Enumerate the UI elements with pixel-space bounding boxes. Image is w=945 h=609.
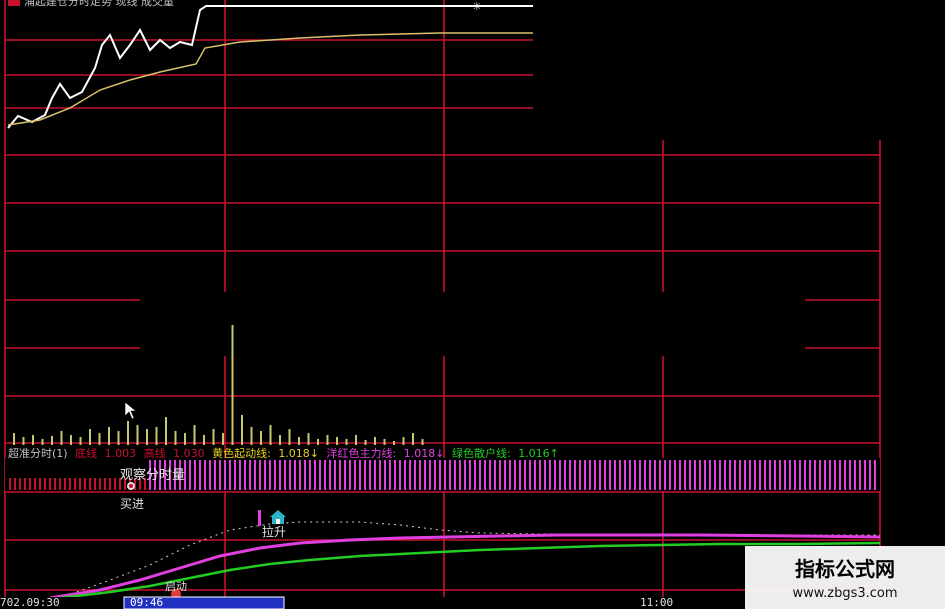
watermark-title: 指标公式网	[795, 557, 895, 581]
left-time-stamp: 702.09:30	[0, 596, 60, 609]
mask-area	[140, 292, 805, 356]
red2-value: 1.030	[173, 447, 205, 460]
watermark-url: www.zbgs3.com	[792, 586, 898, 601]
price-panel	[5, 0, 533, 135]
cursor-time: 09:46	[130, 596, 164, 609]
indicator-legend: 超准分时(1) 底线 1.003 高线 1.030 黄色起动线: 1.018↓ …	[8, 445, 563, 461]
green-value: 1.016↑	[518, 447, 559, 460]
lift-label: 拉升	[262, 525, 287, 539]
yellow-value: 1.018↓	[278, 447, 320, 460]
indicator-name: 超准分时(1)	[8, 447, 68, 460]
buy-label: 买进	[120, 497, 145, 511]
top-marker-icon: ☼	[472, 0, 482, 13]
red-value: 1.003	[104, 447, 137, 460]
intraday-chart: 涌起建仓分时走势 现线 成交量 ☼	[0, 0, 945, 609]
watermark: 指标公式网 www.zbgs3.com	[745, 546, 945, 609]
green-label: 绿色散户线:	[451, 447, 511, 460]
red2-label: 高线	[143, 447, 166, 460]
yellow-label: 黄色起动线:	[212, 447, 271, 460]
magenta-label: 洋红色主力线:	[326, 447, 397, 460]
start-label: 启动	[165, 580, 187, 593]
observe-label: 观察分时量	[120, 468, 186, 483]
magenta-value: 1.018↓	[403, 447, 445, 460]
red-label: 底线	[75, 447, 98, 460]
lift-marker	[258, 510, 261, 526]
mid-time: 11:00	[640, 596, 674, 609]
header-text: 涌起建仓分时走势 现线 成交量	[24, 0, 174, 8]
